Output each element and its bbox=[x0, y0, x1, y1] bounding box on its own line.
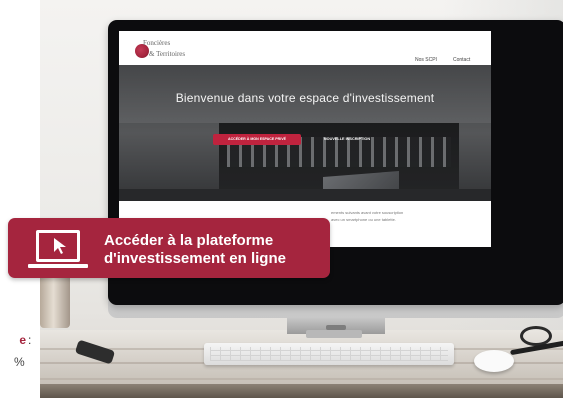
nav-link-scpi[interactable]: Nos SCPI bbox=[415, 57, 437, 63]
imac-ports bbox=[326, 325, 346, 330]
intro-text-line2: avec un smartphone ou une tablette. bbox=[331, 217, 396, 222]
mouse-image bbox=[474, 350, 514, 372]
cropped-highlight-text: e bbox=[19, 333, 26, 347]
cropped-colon: : bbox=[28, 333, 32, 347]
website-screen: Foncières & Territoires Nos SCPI Contact… bbox=[119, 31, 491, 247]
desk-grain bbox=[40, 378, 563, 380]
intro-text-line1: ements suivants avant votre souscription bbox=[331, 210, 404, 215]
left-text-strip: e : % bbox=[0, 0, 40, 398]
access-private-space-button[interactable]: ACCÉDER À MON ESPACE PRIVÉ bbox=[213, 134, 301, 145]
cta-line2: d'investissement en ligne bbox=[104, 250, 286, 267]
hero-overlay bbox=[119, 65, 491, 201]
site-logo[interactable]: Foncières & Territoires bbox=[135, 37, 199, 65]
new-registration-button[interactable]: NOUVELLE INSCRIPTION bbox=[309, 134, 385, 145]
imac-stand-base bbox=[306, 330, 362, 338]
monitor-cursor-icon bbox=[28, 230, 90, 270]
cta-line1: Accéder à la plateforme bbox=[104, 232, 274, 249]
investment-platform-cta[interactable]: Accéder à la plateforme d'investissement… bbox=[8, 218, 330, 278]
hero-banner: Bienvenue dans votre espace d'investisse… bbox=[119, 65, 491, 201]
desk-edge bbox=[40, 384, 563, 398]
intro-text: ements suivants avant votre souscription… bbox=[331, 209, 487, 223]
nav-link-contact[interactable]: Contact bbox=[453, 57, 470, 63]
cropped-percent-text: % bbox=[14, 355, 25, 369]
keyboard-keys bbox=[210, 347, 448, 361]
hero-title: Bienvenue dans votre espace d'investisse… bbox=[175, 91, 435, 105]
logo-text-line2: & Territoires bbox=[149, 50, 186, 58]
cta-label: Accéder à la plateforme d'investissement… bbox=[104, 232, 324, 268]
keyboard-image bbox=[204, 343, 454, 365]
site-header: Foncières & Territoires Nos SCPI Contact bbox=[119, 31, 491, 65]
monitor-base-icon bbox=[28, 264, 88, 268]
cursor-arrow-icon bbox=[54, 238, 66, 254]
logo-text-line1: Foncières bbox=[143, 39, 171, 47]
